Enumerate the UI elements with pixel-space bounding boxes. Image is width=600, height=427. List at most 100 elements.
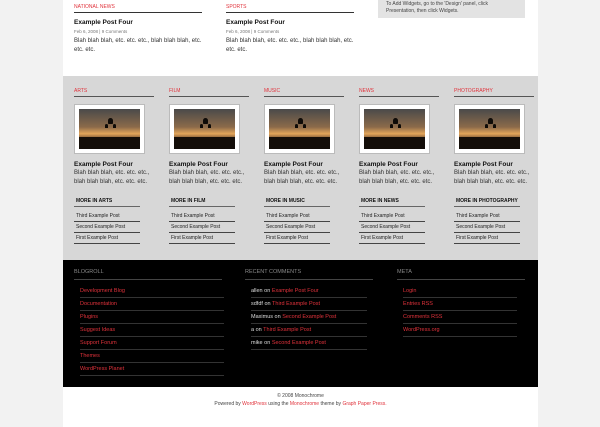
theme-link[interactable]: Monochrome [290,401,319,407]
meta-link[interactable]: Login [403,285,517,298]
widget-title: BLOGROLL [74,269,222,280]
blogroll-link[interactable]: Documentation [80,298,224,311]
list-item[interactable]: Second Example Post [169,222,235,233]
post-title[interactable]: Example Post Four [264,161,344,168]
blogroll-link[interactable]: Development Blog [80,285,224,298]
list-item[interactable]: First Example Post [359,233,425,244]
category-label[interactable]: NATIONAL NEWS [74,4,202,13]
comment-author[interactable]: Maximus [251,314,273,320]
post-title[interactable]: Example Post Four [226,19,354,26]
more-in-category-link[interactable]: MORE IN FILM [169,196,235,207]
post-thumbnail[interactable] [359,104,430,154]
category-column-arts: ARTS Example Post Four Blah blah blah, e… [74,88,154,244]
author-link[interactable]: Graph Paper Press. [342,401,386,407]
page-wrapper: NATIONAL NEWS Example Post Four Feb 6, 2… [63,0,538,427]
post-excerpt: Blah blah blah, etc. etc. etc., blah bla… [74,170,150,185]
comment-item: a on Third Example Post [251,324,367,337]
widget-title: META [397,269,525,280]
meta-list: Login Entries RSS Comments RSS WordPress… [403,285,517,337]
blogroll-widget: BLOGROLL Development Blog Documentation … [74,269,224,376]
category-label[interactable]: ARTS [74,88,154,97]
comment-author[interactable]: mike [251,340,263,346]
blogroll-link[interactable]: Themes [80,350,224,363]
category-column-news: NEWS Example Post Four Blah blah blah, e… [359,88,439,244]
wordpress-link[interactable]: WordPress [242,401,267,407]
post-title[interactable]: Example Post Four [169,161,249,168]
post-excerpt: Blah blah blah, etc. etc. etc., blah bla… [74,38,202,53]
more-in-category-link[interactable]: MORE IN PHOTOGRAPHY [454,196,520,207]
post-meta: Feb 6, 2008 | 9 Comments [74,29,128,34]
post-thumbnail[interactable] [264,104,335,154]
post-excerpt: Blah blah blah, etc. etc. etc., blah bla… [359,170,435,185]
comment-item: mike on Second Example Post [251,337,367,350]
post-excerpt: Blah blah blah, etc. etc. etc., blah bla… [169,170,245,185]
list-item[interactable]: Second Example Post [454,222,520,233]
recent-comments-widget: RECENT COMMENTS allen on Example Post Fo… [245,269,373,350]
category-block-national-news: NATIONAL NEWS Example Post Four Feb 6, 2… [74,4,202,55]
blogroll-link[interactable]: Support Forum [80,337,224,350]
list-item[interactable]: Third Example Post [74,211,140,222]
site-footer: © 2008 Monochrome Powered by WordPress u… [63,392,538,408]
widget-title: RECENT COMMENTS [245,269,373,280]
blogroll-link[interactable]: Plugins [80,311,224,324]
post-title[interactable]: Example Post Four [454,161,534,168]
recent-comments-list: allen on Example Post Four sdfdf on Thir… [251,285,367,350]
post-thumbnail[interactable] [74,104,145,154]
comment-post-link[interactable]: Third Example Post [272,301,320,307]
list-item[interactable]: First Example Post [169,233,235,244]
post-title[interactable]: Example Post Four [74,161,154,168]
more-in-category-link[interactable]: MORE IN MUSIC [264,196,330,207]
list-item[interactable]: Second Example Post [264,222,330,233]
category-grid: ARTS Example Post Four Blah blah blah, e… [63,76,538,260]
recent-post-list: Third Example Post Second Example Post F… [264,211,330,244]
recent-post-list: Third Example Post Second Example Post F… [359,211,425,244]
comment-post-link[interactable]: Example Post Four [272,288,319,294]
comment-author[interactable]: a [251,327,254,333]
category-column-music: MUSIC Example Post Four Blah blah blah, … [264,88,344,244]
category-label[interactable]: MUSIC [264,88,344,97]
category-block-sports: SPORTS Example Post Four Feb 6, 2008 | 9… [226,4,354,55]
blogroll-list: Development Blog Documentation Plugins S… [80,285,224,376]
meta-link[interactable]: Comments RSS [403,311,517,324]
list-item[interactable]: First Example Post [454,233,520,244]
post-title[interactable]: Example Post Four [359,161,439,168]
category-label[interactable]: FILM [169,88,249,97]
list-item[interactable]: Second Example Post [359,222,425,233]
top-section: NATIONAL NEWS Example Post Four Feb 6, 2… [63,0,538,76]
list-item[interactable]: Third Example Post [169,211,235,222]
comment-post-link[interactable]: Second Example Post [282,314,336,320]
list-item[interactable]: First Example Post [74,233,140,244]
comment-author[interactable]: sdfdf [251,301,263,307]
recent-post-list: Third Example Post Second Example Post F… [454,211,520,244]
powered-by: Powered by WordPress using the Monochrom… [214,401,387,407]
copyright: © 2008 Monochrome [277,393,324,399]
post-title[interactable]: Example Post Four [74,19,202,26]
list-item[interactable]: Second Example Post [74,222,140,233]
comment-post-link[interactable]: Third Example Post [263,327,311,333]
recent-post-list: Third Example Post Second Example Post F… [74,211,140,244]
blogroll-link[interactable]: Suggest Ideas [80,324,224,337]
footer-widgets: BLOGROLL Development Blog Documentation … [63,260,538,387]
list-item[interactable]: Third Example Post [454,211,520,222]
post-meta: Feb 6, 2008 | 9 Comments [226,29,280,34]
post-excerpt: Blah blah blah, etc. etc. etc., blah bla… [454,170,530,185]
comment-post-link[interactable]: Second Example Post [272,340,326,346]
post-thumbnail[interactable] [454,104,525,154]
recent-post-list: Third Example Post Second Example Post F… [169,211,235,244]
post-thumbnail[interactable] [169,104,240,154]
comment-author[interactable]: allen [251,288,263,294]
list-item[interactable]: First Example Post [264,233,330,244]
comment-item: allen on Example Post Four [251,285,367,298]
widget-notice: To Add Widgets, go to the 'Design' panel… [378,0,525,18]
category-label[interactable]: NEWS [359,88,439,97]
blogroll-link[interactable]: WordPress Planet [80,363,224,376]
more-in-category-link[interactable]: MORE IN ARTS [74,196,140,207]
category-label[interactable]: PHOTOGRAPHY [454,88,534,97]
category-label[interactable]: SPORTS [226,4,354,13]
list-item[interactable]: Third Example Post [359,211,425,222]
list-item[interactable]: Third Example Post [264,211,330,222]
meta-link[interactable]: Entries RSS [403,298,517,311]
more-in-category-link[interactable]: MORE IN NEWS [359,196,425,207]
category-column-film: FILM Example Post Four Blah blah blah, e… [169,88,249,244]
meta-link[interactable]: WordPress.org [403,324,517,337]
